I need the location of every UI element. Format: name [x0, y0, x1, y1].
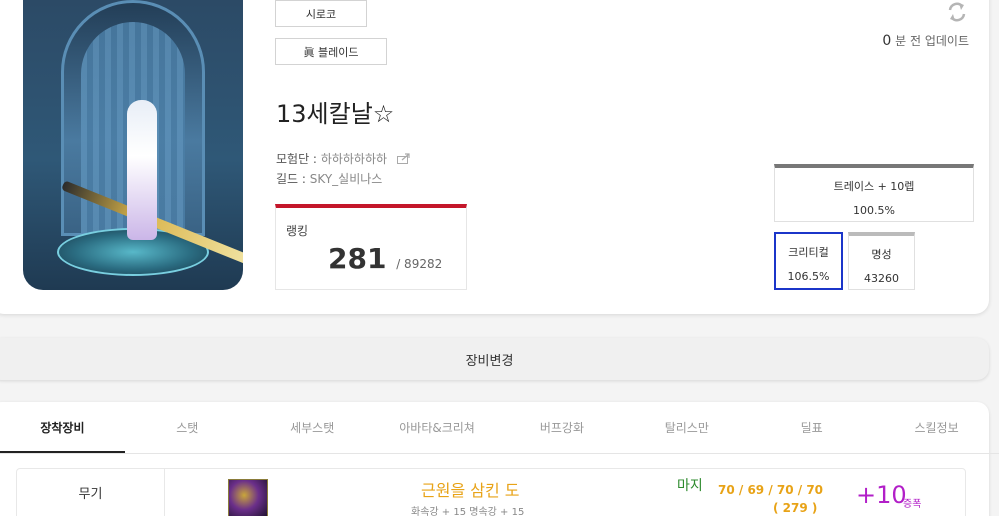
item-stat-values: 70 / 69 / 70 / 70: [718, 483, 824, 497]
weapon-item-icon[interactable]: [228, 479, 268, 516]
update-status: 0 분 전 업데이트: [882, 32, 969, 49]
guild-label: 길드 :: [276, 172, 306, 186]
item-reinforce-level: +10: [856, 481, 907, 509]
critical-stat-box: 크리티컬 106.5%: [774, 232, 843, 290]
trace-stat-box: 트레이스 + 10렙 100.5%: [774, 164, 974, 222]
item-reinforce-type: 증폭: [903, 499, 922, 510]
server-tag: 시로코: [275, 0, 367, 27]
update-suffix: 분 전 업데이트: [895, 34, 969, 48]
fame-stat-box: 명성 43260: [848, 232, 915, 290]
critical-stat-value: 106.5%: [787, 270, 830, 283]
ranking-label: 랭킹: [286, 224, 309, 238]
detail-tabs: 장착장비 스탯 세부스탯 아바타&크리쳐 버프강화 탈리스만 딜표 스킬정보: [0, 404, 999, 454]
adventure-label: 모험단 :: [276, 152, 317, 166]
equipment-row[interactable]: 무기 근원을 삼킨 도 화속강 + 15 명속강 + 15 마지 70 / 69…: [16, 468, 966, 516]
ranking-box: 랭킹 281 / 89282: [275, 204, 467, 290]
item-name[interactable]: 근원을 삼킨 도: [421, 477, 520, 501]
refresh-icon[interactable]: [945, 0, 969, 24]
tab-damage-table[interactable]: 딜표: [749, 404, 874, 453]
update-minutes: 0: [882, 33, 892, 49]
tab-skill-info[interactable]: 스킬정보: [874, 404, 999, 453]
adventure-value[interactable]: 하하하하하하: [321, 152, 387, 166]
adventure-group-line: 모험단 : 하하하하하하: [276, 150, 411, 167]
character-portrait: [23, 0, 243, 290]
guild-value[interactable]: SKY_실비나스: [310, 172, 383, 186]
ranking-total: / 89282: [396, 257, 443, 271]
ranking-value: 281: [328, 242, 387, 275]
item-stat-total: ( 279 ): [773, 501, 818, 515]
item-enchant: 화속강 + 15 명속강 + 15: [411, 507, 525, 516]
equip-change-button[interactable]: 장비변경: [0, 338, 989, 380]
class-tag: 眞 블레이드: [275, 38, 387, 65]
tab-avatar-creature[interactable]: 아바타&크리쳐: [375, 404, 500, 453]
item-element: 마지: [677, 478, 703, 494]
fame-stat-value: 43260: [864, 272, 899, 285]
fame-stat-label: 명성: [871, 248, 892, 261]
tab-detail-stats[interactable]: 세부스탯: [250, 404, 375, 453]
share-icon[interactable]: [396, 153, 411, 164]
equipment-slot-label: 무기: [17, 469, 165, 516]
trace-stat-value: 100.5%: [853, 204, 895, 217]
critical-stat-label: 크리티컬: [788, 246, 829, 259]
ranking-value-wrap: 281 / 89282: [328, 242, 442, 275]
portrait-character-figure: [127, 100, 157, 240]
trace-stat-label: 트레이스 + 10렙: [833, 180, 915, 193]
tab-stats[interactable]: 스탯: [125, 404, 250, 453]
tab-buff[interactable]: 버프강화: [500, 404, 625, 453]
character-name: 13세칼날☆: [276, 100, 395, 128]
tab-talisman[interactable]: 탈리스만: [624, 404, 749, 453]
tab-equipment[interactable]: 장착장비: [0, 404, 125, 453]
guild-line: 길드 : SKY_실비나스: [276, 170, 382, 187]
